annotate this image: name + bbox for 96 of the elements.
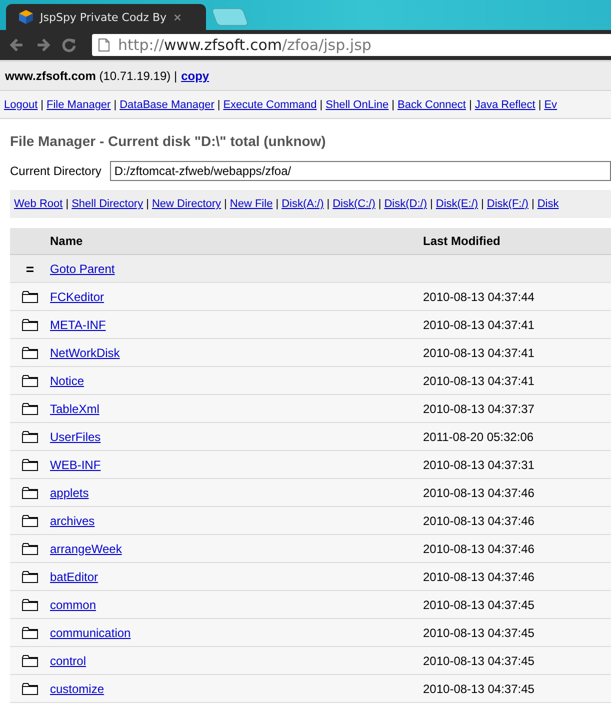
menu-link[interactable]: Execute Command: [223, 98, 317, 110]
folder-icon: [22, 598, 38, 610]
modified-date: 2010-08-13 04:37:45: [423, 598, 534, 612]
folder-link[interactable]: TableXml: [50, 402, 100, 416]
copy-link[interactable]: copy: [181, 69, 210, 83]
folder-link[interactable]: common: [50, 598, 96, 612]
modified-date: 2010-08-13 04:37:45: [423, 682, 534, 696]
folder-icon: [22, 374, 38, 386]
directory-field[interactable]: D:/zftomcat-zfweb/webapps/zfoa/: [110, 161, 611, 181]
folder-icon: [22, 458, 38, 470]
link-separator: |: [320, 98, 323, 110]
column-header: Last Modified: [423, 234, 500, 248]
shortcut-link[interactable]: Web Root: [14, 198, 63, 210]
folder-icon: [22, 542, 38, 554]
modified-date: 2010-08-13 04:37:45: [423, 654, 534, 668]
link-separator: |: [217, 98, 220, 110]
folder-icon: [22, 402, 38, 414]
folder-link[interactable]: FCKeditor: [50, 290, 104, 304]
folder-icon: [22, 318, 38, 330]
folder-icon: [22, 570, 38, 582]
folder-link[interactable]: communication: [50, 626, 131, 640]
shortcut-link[interactable]: Shell Directory: [72, 198, 144, 210]
folder-link[interactable]: archives: [50, 514, 95, 528]
menu-link[interactable]: DataBase Manager: [120, 98, 214, 110]
modified-date: 2010-08-13 04:37:41: [423, 318, 534, 332]
folder-link[interactable]: batEditor: [50, 570, 98, 584]
folder-link[interactable]: customize: [50, 682, 104, 696]
host-info: www.zfsoft.com (10.71.19.19) |: [5, 69, 178, 83]
modified-date: 2010-08-13 04:37:31: [423, 458, 534, 472]
menu-link[interactable]: Shell OnLine: [326, 98, 389, 110]
shortcut-link[interactable]: Disk(F:/): [486, 198, 528, 210]
link-separator: |: [378, 198, 382, 210]
modified-date: 2010-08-13 04:37:45: [423, 626, 534, 640]
tab-title: JspSpy Private Codz By: [40, 10, 166, 24]
shortcut-link[interactable]: Disk: [537, 198, 559, 210]
link-separator: |: [531, 198, 534, 210]
menu-link[interactable]: Ev: [544, 98, 558, 110]
page-icon: [98, 38, 110, 52]
menu-link[interactable]: File Manager: [46, 98, 111, 110]
close-icon[interactable]: [172, 12, 182, 22]
folder-link[interactable]: applets: [50, 486, 89, 500]
reload-icon[interactable]: [60, 36, 78, 54]
modified-date: 2011-08-20 05:32:06: [423, 430, 534, 444]
link-separator: |: [146, 198, 149, 210]
link-separator: |: [66, 198, 69, 210]
browser-tab[interactable]: JspSpy Private Codz By: [6, 4, 206, 30]
folder-icon: [22, 514, 38, 526]
link-separator: |: [481, 198, 484, 210]
shortcut-link[interactable]: Disk(C:/): [332, 198, 376, 210]
menu-link[interactable]: Logout: [4, 98, 38, 110]
folder-icon: [22, 654, 38, 666]
folder-link[interactable]: Notice: [50, 374, 84, 388]
field-label: Current Directory: [10, 164, 102, 178]
modified-date: 2010-08-13 04:37:41: [423, 346, 534, 360]
folder-icon: [22, 290, 38, 302]
cube-logo-icon: [18, 9, 34, 25]
link-separator: |: [326, 198, 330, 210]
shortcut-link[interactable]: Disk(A:/): [282, 198, 324, 210]
folder-link[interactable]: NetWorkDisk: [50, 346, 120, 360]
shortcut-link[interactable]: Disk(D:/): [384, 198, 428, 210]
menu-link[interactable]: Back Connect: [397, 98, 466, 110]
modified-date: 2010-08-13 04:37:44: [423, 290, 534, 304]
link-separator: |: [538, 98, 542, 110]
address-field[interactable]: http://www.zfsoft.com/zfoa/jsp.jsp: [92, 34, 611, 56]
modified-date: 2010-08-13 04:37:37: [423, 402, 534, 416]
parent-marker: =: [26, 260, 34, 276]
folder-link[interactable]: UserFiles: [50, 430, 101, 444]
modified-date: 2010-08-13 04:37:41: [423, 374, 534, 388]
shortcut-link[interactable]: Disk(E:/): [436, 198, 478, 210]
new-tab-button[interactable]: [210, 8, 250, 26]
shortcut-link[interactable]: New File: [230, 198, 273, 210]
folder-link[interactable]: Goto Parent: [50, 262, 115, 276]
menu-link[interactable]: Java Reflect: [474, 98, 536, 110]
folder-icon: [22, 346, 38, 358]
folder-icon: [22, 430, 38, 442]
folder-icon: [22, 486, 38, 498]
folder-link[interactable]: control: [50, 654, 86, 668]
shortcut-link[interactable]: New Directory: [152, 198, 222, 210]
folder-link[interactable]: META-INF: [50, 318, 106, 332]
folder-link[interactable]: arrangeWeek: [50, 542, 122, 556]
link-separator: |: [114, 98, 117, 110]
column-header: Name: [50, 234, 83, 248]
modified-date: 2010-08-13 04:37:46: [423, 514, 534, 528]
link-separator: |: [276, 198, 279, 210]
folder-link[interactable]: WEB-INF: [50, 458, 101, 472]
link-separator: |: [468, 98, 472, 110]
modified-date: 2010-08-13 04:37:46: [423, 542, 534, 556]
page-title: File Manager - Current disk "D:\" total (unknow): [10, 133, 327, 149]
folder-icon: [22, 626, 38, 638]
modified-date: 2010-08-13 04:37:46: [423, 570, 534, 584]
link-separator: |: [40, 98, 44, 110]
link-separator: |: [430, 198, 433, 210]
link-separator: |: [392, 98, 394, 110]
link-separator: |: [224, 198, 227, 210]
modified-date: 2010-08-13 04:37:46: [423, 486, 534, 500]
folder-icon: [22, 682, 38, 694]
